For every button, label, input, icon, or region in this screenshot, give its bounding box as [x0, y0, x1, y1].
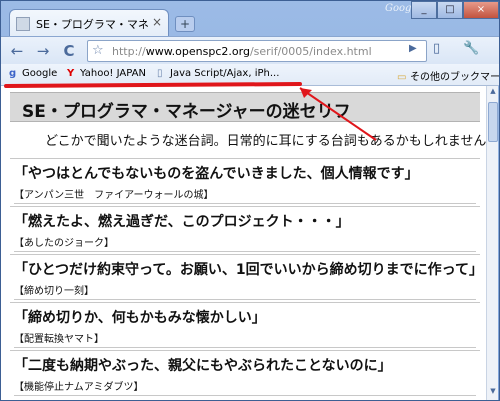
entry-quote: 「締め切りか、何もかもみな懐かしい」 — [14, 310, 266, 326]
go-arrow-icon[interactable]: ▶ — [409, 43, 417, 54]
bookmark-javascript-label: Java Script/Ajax, iPh... — [170, 68, 280, 79]
yahoo-y-icon: Y — [67, 68, 75, 79]
bookmark-google-label: Google — [22, 68, 58, 79]
entry-source: 【締め切り一刻】 — [14, 282, 476, 300]
scroll-up-arrow-icon[interactable]: ▲ — [488, 87, 498, 99]
tab-title: SE・プログラマ・マネージャーの... — [36, 18, 148, 31]
minimize-button[interactable]: _ — [411, 1, 437, 19]
browser-tab[interactable]: SE・プログラマ・マネージャーの... × — [9, 9, 169, 37]
bookmark-other-label: その他のブックマーク — [410, 72, 500, 83]
bookmarks-bar: g Google Y Yahoo! JAPAN ▯ Java Script/Ajax,… — [1, 64, 500, 86]
page-header: SE・プログラマ・マネージャーの迷セリフ — [10, 92, 480, 122]
window-controls: _ □ × — [411, 1, 499, 19]
close-window-button[interactable]: × — [463, 1, 499, 19]
reload-icon[interactable]: C — [59, 41, 79, 61]
bookmark-yahoo[interactable]: Y Yahoo! JAPAN — [67, 68, 146, 79]
back-arrow-icon[interactable]: ← — [7, 41, 27, 61]
bookmark-javascript[interactable]: ▯ Java Script/Ajax, iPh... — [157, 68, 279, 79]
page-content: SE・プログラマ・マネージャーの迷セリフ どこかで聞いたような迷台詞。日常的に耳… — [1, 86, 486, 400]
google-g-icon: g — [9, 68, 17, 79]
quote-entry: 「やつはとんでもないものを盗んでいきました、個人情報です」 【アンパン三世 ファ… — [10, 158, 480, 204]
scrollbar-thumb[interactable] — [488, 102, 498, 142]
entry-source: 【機能停止ナムアミダブツ】 — [14, 378, 476, 396]
forward-arrow-icon[interactable]: → — [33, 41, 53, 61]
entry-quote: 「燃えたよ、燃え過ぎだ、このプロジェクト・・・」 — [14, 214, 350, 230]
entry-quote: 「やつはとんでもないものを盗んでいきました、個人情報です」 — [14, 166, 419, 182]
address-bar[interactable]: ☆ http://www.openspc2.org/serif/0005/ind… — [87, 40, 427, 62]
bookmark-star-icon[interactable]: ☆ — [92, 43, 104, 58]
page-title: SE・プログラマ・マネージャーの迷セリフ — [22, 102, 351, 122]
quote-entry: 「二度も納期やぶった、親父にもやぶられたことないのに」 【機能停止ナムアミダブツ… — [10, 350, 480, 396]
quote-entry: 「ひとつだけ約束守って。お願い、1回でいいから締め切りまでに作って」 【締め切り… — [10, 254, 483, 300]
url-scheme: http:// — [112, 45, 146, 58]
maximize-button[interactable]: □ — [437, 1, 463, 19]
entry-quote: 「ひとつだけ約束守って。お願い、1回でいいから締め切りまでに作って」 — [14, 262, 483, 278]
folder-icon: ▭ — [397, 72, 407, 83]
page-favicon-icon — [16, 17, 30, 31]
tab-close-icon[interactable]: × — [152, 15, 162, 29]
page-subtitle: どこかで聞いたような迷台詞。日常的に耳にする台詞もあるかもしれません。 — [45, 134, 486, 149]
wrench-icon[interactable]: 🔧 — [463, 41, 479, 56]
url-path: /serif/0005/index.html — [249, 45, 372, 58]
quote-entry: 「締め切りか、何もかもみな懐かしい」 【配置転換ヤマト】 — [10, 302, 480, 348]
page-menu-icon[interactable]: ▯ — [433, 41, 440, 56]
entry-quote: 「二度も納期やぶった、親父にもやぶられたことないのに」 — [14, 358, 392, 374]
page-icon: ▯ — [157, 68, 163, 79]
entry-source: 【アンパン三世 ファイアーウォールの城】 — [14, 186, 476, 204]
title-bar: SE・プログラマ・マネージャーの... × + Google _ □ × — [1, 1, 499, 37]
new-tab-button[interactable]: + — [175, 16, 195, 32]
vertical-scrollbar[interactable]: ▲ ▼ — [486, 86, 498, 400]
quote-entry: 「燃えたよ、燃え過ぎだ、このプロジェクト・・・」 【あしたのジョーク】 — [10, 206, 480, 252]
bookmark-yahoo-label: Yahoo! JAPAN — [80, 68, 146, 79]
scroll-down-arrow-icon[interactable]: ▼ — [488, 387, 498, 399]
bookmark-google[interactable]: g Google — [9, 68, 57, 79]
url-text[interactable]: http://www.openspc2.org/serif/0005/index… — [112, 45, 372, 58]
entry-source: 【配置転換ヤマト】 — [14, 330, 476, 348]
navigation-toolbar: ← → C ☆ http://www.openspc2.org/serif/00… — [1, 36, 499, 64]
url-host: www.openspc2.org — [145, 45, 250, 58]
bookmark-other-folder[interactable]: ▭ その他のブックマーク — [397, 68, 500, 83]
entry-source: 【あしたのジョーク】 — [14, 234, 476, 252]
